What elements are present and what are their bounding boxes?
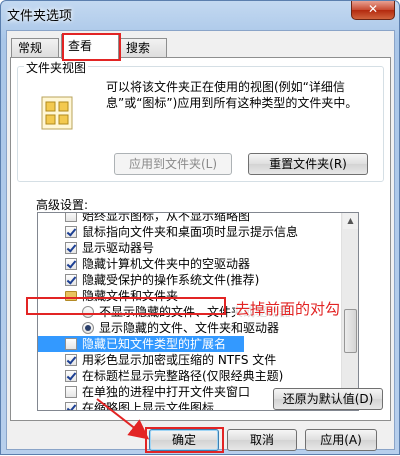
scrollbar-thumb[interactable]	[344, 309, 357, 353]
apply-to-folders-button[interactable]: 应用到文件夹(L)	[114, 153, 232, 175]
folder-icon	[65, 291, 77, 301]
list-item-label: 隐藏已知文件类型的扩展名	[82, 337, 227, 351]
list-item[interactable]: 用彩色显示加密或压缩的 NTFS 文件	[38, 352, 342, 368]
folder-options-window: 文件夹选项 ✕ 常规 查看 搜索 文件夹视图 可以将该文件夹正在使用的视图(例如	[0, 0, 400, 455]
list-item-label: 隐藏受保护的操作系统文件(推荐)	[82, 273, 260, 287]
list-item[interactable]: 隐藏已知文件类型的扩展名	[38, 336, 244, 352]
apply-button[interactable]: 应用(A)	[305, 429, 377, 451]
checkbox[interactable]	[65, 213, 77, 222]
close-button[interactable]: ✕	[351, 1, 395, 20]
annotation-text: 去掉前面的对勾	[235, 298, 341, 319]
tab-view[interactable]: 查看	[61, 34, 119, 59]
checkbox[interactable]	[65, 226, 77, 238]
restore-defaults-button[interactable]: 还原为默认值(D)	[273, 388, 383, 410]
list-item-label: 隐藏计算机文件夹中的空驱动器	[82, 257, 251, 271]
list-item-label: 在缩略图上显示文件图标	[82, 401, 215, 411]
tab-search[interactable]: 搜索	[119, 38, 167, 58]
close-icon: ✕	[367, 2, 379, 16]
list-item[interactable]: 鼠标指向文件夹和桌面项时显示提示信息	[38, 224, 342, 240]
checkbox[interactable]	[65, 354, 77, 366]
window-title: 文件夹选项	[7, 9, 73, 24]
list-item-label: 用彩色显示加密或压缩的 NTFS 文件	[82, 353, 277, 367]
folder-views-group: 文件夹视图 可以将该文件夹正在使用的视图(例如“详细信息”或“图标”)应用到所有…	[17, 59, 384, 182]
reset-folders-button[interactable]: 重置文件夹(R)	[248, 153, 368, 175]
list-item-label: 在单独的进程中打开文件夹窗口	[82, 385, 251, 399]
dialog-client: 常规 查看 搜索 文件夹视图 可以将该文件夹正在使用的视图(例如“详细信息”或“…	[6, 30, 395, 451]
radio-button[interactable]	[82, 322, 94, 334]
list-item-label: 鼠标指向文件夹和桌面项时显示提示信息	[82, 225, 299, 239]
advanced-settings-label: 高级设置:	[36, 198, 89, 212]
checkbox[interactable]	[65, 338, 77, 350]
list-item-label: 显示隐藏的文件、文件夹和驱动器	[99, 321, 280, 335]
list-item[interactable]: 显示隐藏的文件、文件夹和驱动器	[38, 320, 342, 336]
vertical-scrollbar[interactable]: ▲ ▼	[341, 213, 358, 410]
scroll-up-icon[interactable]: ▲	[343, 213, 358, 229]
list-item-label: 隐藏文件和文件夹	[82, 289, 179, 303]
checkbox[interactable]	[65, 370, 77, 382]
list-item[interactable]: 显示驱动器号	[38, 240, 342, 256]
ok-button[interactable]: 确定	[149, 429, 219, 451]
list-item[interactable]: 隐藏受保护的操作系统文件(推荐)	[38, 272, 342, 288]
tab-strip: 常规 查看 搜索	[9, 33, 389, 61]
list-item-label: 在标题栏显示完整路径(仅限经典主题)	[82, 369, 284, 383]
list-item-label: 显示驱动器号	[82, 241, 155, 255]
view-tab-panel: 文件夹视图 可以将该文件夹正在使用的视图(例如“详细信息”或“图标”)应用到所有…	[10, 57, 391, 421]
list-item[interactable]: 在标题栏显示完整路径(仅限经典主题)	[38, 368, 342, 384]
checkbox[interactable]	[65, 386, 77, 398]
folder-views-description: 可以将该文件夹正在使用的视图(例如“详细信息”或“图标”)应用到所有这种类型的文…	[106, 80, 358, 110]
checkbox[interactable]	[65, 242, 77, 254]
list-item-label: 始终显示图标，从不显示缩略图	[82, 212, 251, 223]
radio-button[interactable]	[82, 306, 94, 318]
tab-general[interactable]: 常规	[11, 38, 59, 58]
title-bar[interactable]: 文件夹选项 ✕	[1, 1, 399, 29]
folder-views-title: 文件夹视图	[24, 59, 89, 76]
list-item[interactable]: 隐藏计算机文件夹中的空驱动器	[38, 256, 342, 272]
checkbox[interactable]	[65, 258, 77, 270]
checkbox[interactable]	[65, 402, 77, 410]
folder-view-icon	[41, 96, 73, 130]
checkbox[interactable]	[65, 274, 77, 286]
list-item[interactable]: 始终显示图标，从不显示缩略图	[38, 212, 342, 224]
cancel-button[interactable]: 取消	[227, 429, 297, 451]
